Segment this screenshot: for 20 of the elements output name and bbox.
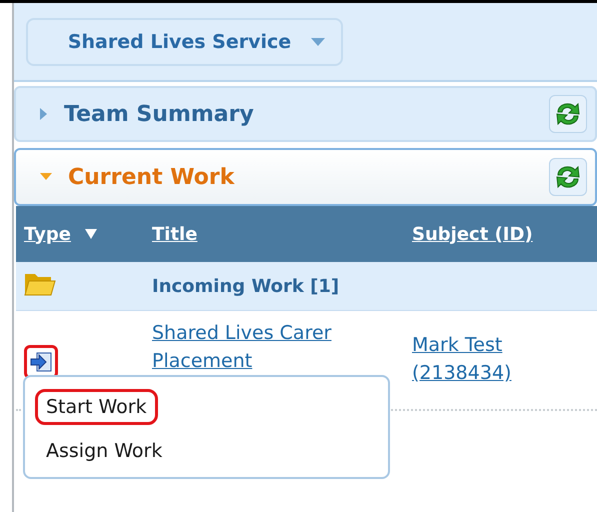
column-header[interactable]: Type [24, 224, 71, 244]
title-link[interactable]: Shared Lives Carer Placement [152, 319, 412, 375]
folder-icon [24, 271, 56, 297]
collapse-arrow-icon [40, 173, 52, 181]
group-label: Incoming Work [1] [152, 276, 340, 296]
panel-title: Team Summary [64, 102, 255, 126]
menu-item[interactable]: Assign Work [35, 433, 174, 469]
panel-header[interactable]: Team Summary [14, 86, 597, 142]
column-header[interactable]: Subject (ID) [412, 224, 533, 244]
sort-arrow-icon [84, 229, 97, 239]
expand-arrow-icon [40, 108, 48, 120]
refresh-button[interactable] [549, 158, 587, 196]
service-dropdown[interactable]: Shared Lives Service [26, 18, 343, 66]
subject-link[interactable]: Mark Test (2138434) [412, 319, 597, 387]
menu-item[interactable]: Start Work [35, 389, 158, 425]
column-header[interactable]: Title [152, 224, 198, 244]
panel-header[interactable]: Current Work [14, 148, 597, 206]
panel-title: Current Work [68, 164, 236, 190]
refresh-button[interactable] [549, 95, 587, 133]
caret-icon [311, 38, 326, 46]
